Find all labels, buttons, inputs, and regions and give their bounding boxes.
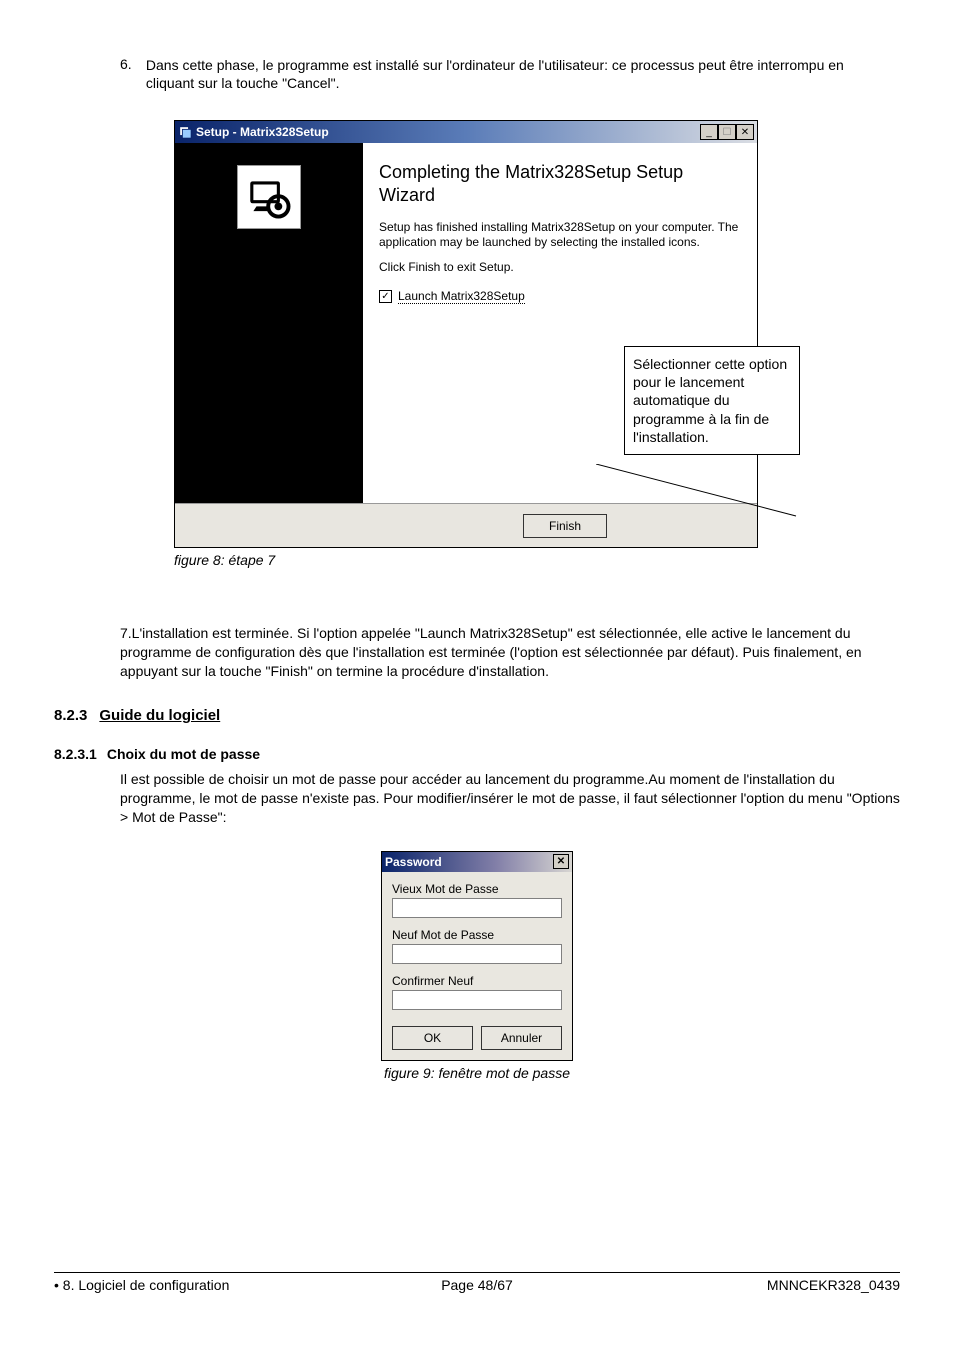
checkbox-icon[interactable]: ✓: [379, 290, 392, 303]
heading-text: Choix du mot de passe: [107, 746, 260, 762]
launch-checkbox-row[interactable]: ✓ Launch Matrix328Setup: [379, 289, 741, 304]
heading-text: Guide du logiciel: [99, 707, 220, 724]
figure-8-caption: figure 8: étape 7: [174, 552, 900, 568]
confirm-password-label: Confirmer Neuf: [392, 974, 562, 988]
figure-8: Setup - Matrix328Setup _ ☐ ✕: [174, 120, 900, 548]
paragraph-8-2-3-1: Il est possible de choisir un mot de pas…: [120, 770, 900, 827]
figure-9: Password ✕ Vieux Mot de Passe Neuf Mot d…: [54, 851, 900, 1061]
footer-doc-id: MNNCEKR328_0439: [618, 1277, 900, 1293]
heading-number: 8.2.3: [54, 707, 87, 724]
maximize-button: ☐: [718, 124, 736, 140]
close-button[interactable]: ✕: [736, 124, 754, 140]
old-password-label: Vieux Mot de Passe: [392, 882, 562, 896]
heading-8-2-3: 8.2.3 Guide du logiciel: [54, 707, 900, 724]
finish-button[interactable]: Finish: [523, 514, 607, 538]
password-title: Password: [385, 855, 553, 869]
ok-button[interactable]: OK: [392, 1026, 473, 1050]
close-icon: ✕: [557, 856, 565, 867]
wizard-paragraph-1: Setup has finished installing Matrix328S…: [379, 220, 741, 250]
setup-icon: [178, 125, 192, 139]
wizard-footer: Finish: [175, 503, 757, 547]
password-body: Vieux Mot de Passe Neuf Mot de Passe Con…: [382, 872, 572, 1060]
wizard-titlebar[interactable]: Setup - Matrix328Setup _ ☐ ✕: [175, 121, 757, 143]
heading-number: 8.2.3.1: [54, 746, 97, 762]
old-password-input[interactable]: [392, 898, 562, 918]
minimize-icon: _: [706, 127, 712, 138]
wizard-heading: Completing the Matrix328Setup Setup Wiza…: [379, 161, 741, 206]
callout-box: Sélectionner cette option pour le lancem…: [624, 346, 800, 455]
cancel-button[interactable]: Annuler: [481, 1026, 562, 1050]
paragraph-7: 7.L'installation est terminée. Si l'opti…: [120, 624, 900, 681]
maximize-icon: ☐: [723, 127, 732, 138]
heading-8-2-3-1: 8.2.3.1 Choix du mot de passe: [54, 746, 900, 762]
footer-page: Page 48/67: [336, 1277, 618, 1293]
wizard-title: Setup - Matrix328Setup: [196, 125, 700, 139]
new-password-label: Neuf Mot de Passe: [392, 928, 562, 942]
confirm-password-input[interactable]: [392, 990, 562, 1010]
footer-section: 8. Logiciel de configuration: [54, 1277, 336, 1293]
list-item-6: 6. Dans cette phase, le programme est in…: [120, 56, 900, 92]
password-dialog: Password ✕ Vieux Mot de Passe Neuf Mot d…: [381, 851, 573, 1061]
checkbox-label: Launch Matrix328Setup: [398, 289, 525, 304]
list-number: 6.: [120, 56, 142, 72]
wizard-sidebar: [175, 143, 363, 503]
page-footer: 8. Logiciel de configuration Page 48/67 …: [54, 1272, 900, 1293]
figure-9-caption: figure 9: fenêtre mot de passe: [54, 1065, 900, 1081]
close-icon: ✕: [741, 127, 749, 138]
setup-wizard-window: Setup - Matrix328Setup _ ☐ ✕: [174, 120, 758, 548]
new-password-input[interactable]: [392, 944, 562, 964]
list-text: Dans cette phase, le programme est insta…: [146, 56, 886, 92]
password-close-button[interactable]: ✕: [553, 854, 569, 869]
wizard-image: [237, 165, 301, 229]
minimize-button[interactable]: _: [700, 124, 718, 140]
password-titlebar[interactable]: Password ✕: [382, 852, 572, 872]
wizard-paragraph-2: Click Finish to exit Setup.: [379, 260, 741, 275]
